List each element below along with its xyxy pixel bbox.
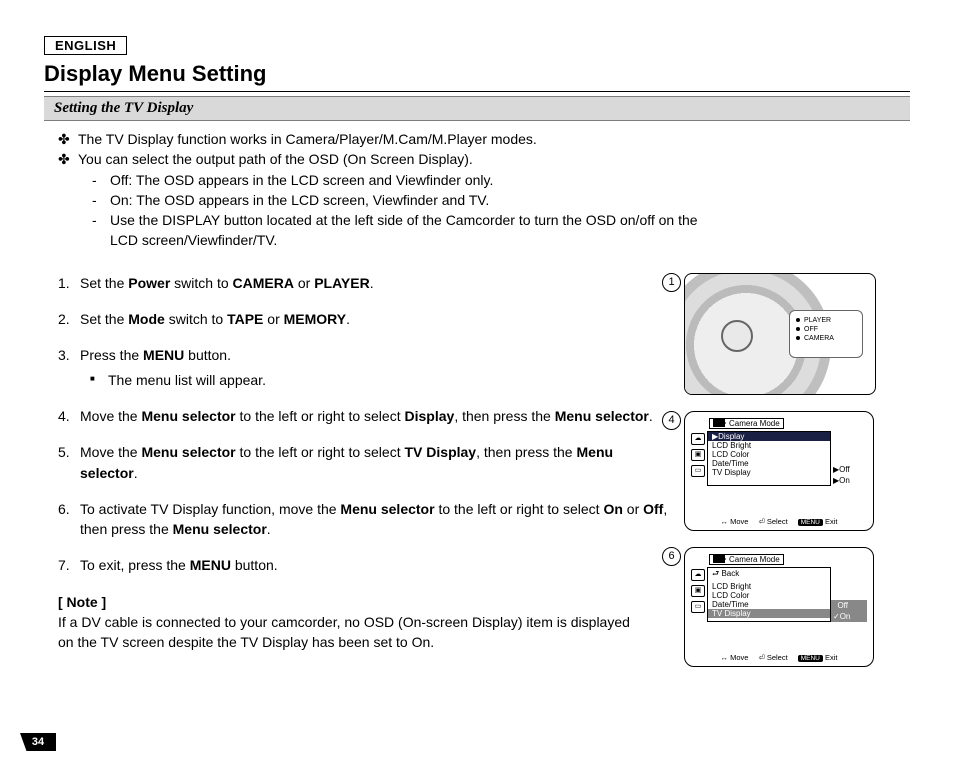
step-6: To activate TV Display function, move th…: [58, 499, 674, 540]
intro-sub-display-b: LCD screen/Viewfinder/TV.: [110, 230, 277, 250]
figure-number-4: 4: [662, 411, 681, 430]
step-1: Set the Power switch to CAMERA or PLAYER…: [58, 273, 674, 293]
step-7: To exit, press the MENU button.: [58, 555, 674, 575]
dial-label-camera: CAMERA: [804, 335, 834, 342]
page-number: 34: [20, 733, 56, 751]
step-2: Set the Mode switch to TAPE or MEMORY.: [58, 309, 674, 329]
intro-sub-on: On: The OSD appears in the LCD screen, V…: [110, 190, 489, 210]
note-block: [ Note ] If a DV cable is connected to y…: [58, 592, 674, 653]
note-body-1: If a DV cable is connected to your camco…: [58, 614, 630, 630]
osd-mode-label: Camera Mode: [729, 555, 780, 564]
step-4: Move the Menu selector to the left or ri…: [58, 406, 674, 426]
step-3: Press the MENU button. ■The menu list wi…: [58, 345, 674, 390]
power-dial-illustration: PLAYER OFF CAMERA: [684, 273, 876, 395]
figure-number-6: 6: [662, 547, 681, 566]
camera-small-icon: ▣: [691, 449, 705, 461]
page-title: Display Menu Setting: [44, 61, 910, 92]
cloud-icon: ☁: [691, 433, 705, 445]
camera-icon: [713, 555, 725, 563]
osd-mode-label: Camera Mode: [729, 419, 780, 428]
tv-icon: ▭: [691, 601, 705, 613]
intro-block: ✤The TV Display function works in Camera…: [58, 129, 910, 251]
intro-sub-display-a: Use the DISPLAY button located at the le…: [110, 210, 698, 230]
steps-column: Set the Power switch to CAMERA or PLAYER…: [44, 273, 684, 683]
intro-line-1: The TV Display function works in Camera/…: [78, 129, 537, 149]
tv-icon: ▭: [691, 465, 705, 477]
intro-sub-off: Off: The OSD appears in the LCD screen a…: [110, 170, 493, 190]
intro-line-2: You can select the output path of the OS…: [78, 149, 473, 169]
language-label: ENGLISH: [44, 36, 127, 55]
camera-icon: [713, 419, 725, 427]
osd-menu-list: ▶Display LCD Bright LCD Color Date/Time …: [707, 431, 831, 486]
note-body-2: on the TV screen despite the TV Display …: [58, 634, 434, 650]
osd-menu-list: ⮐ Back LCD Bright LCD Color Date/Time TV…: [707, 567, 831, 622]
figure-1: 1 PLAYER OFF CAMERA: [684, 273, 910, 395]
section-subhead: Setting the TV Display: [44, 96, 910, 121]
dial-label-off: OFF: [804, 326, 818, 333]
dial-label-player: PLAYER: [804, 317, 831, 324]
osd-screen-display-menu: Camera Mode ☁ ▣ ▭ ▶Display LCD Bright LC…: [684, 411, 874, 531]
osd-screen-tvdisplay-menu: Camera Mode ☁ ▣ ▭ ⮐ Back LCD Bright LCD …: [684, 547, 874, 667]
figure-number-1: 1: [662, 273, 681, 292]
figure-4: 4 Camera Mode ☁ ▣ ▭ ▶Display LCD Bright …: [684, 411, 910, 531]
step-3-sub: The menu list will appear.: [108, 370, 266, 390]
note-label: [ Note ]: [58, 594, 106, 610]
step-5: Move the Menu selector to the left or ri…: [58, 442, 674, 483]
figures-column: 1 PLAYER OFF CAMERA 4 Camera Mode: [684, 273, 910, 683]
camera-small-icon: ▣: [691, 585, 705, 597]
cloud-icon: ☁: [691, 569, 705, 581]
figure-6: 6 Camera Mode ☁ ▣ ▭ ⮐ Back LCD Bright LC…: [684, 547, 910, 667]
